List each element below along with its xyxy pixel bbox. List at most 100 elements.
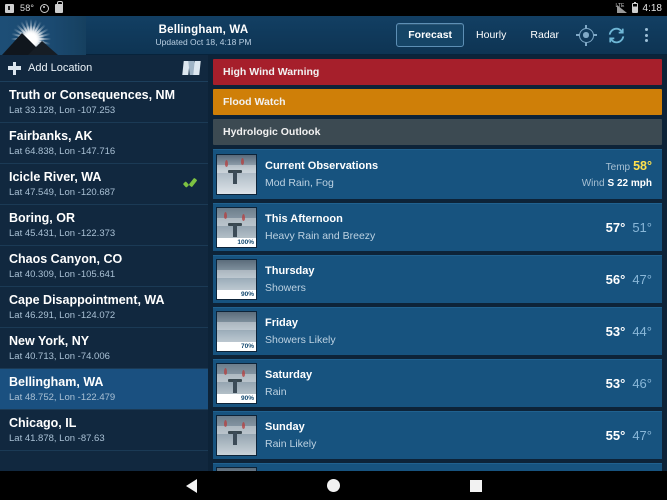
- forecast-row[interactable]: SundayRain Likely55° 47°: [213, 411, 662, 459]
- signal-icon: LTE: [616, 4, 627, 13]
- forecast-day: Sunday: [265, 420, 606, 434]
- forecast-text: Saturday Rain: [265, 368, 606, 399]
- location-coords: Lat 40.309, Lon -105.641: [9, 269, 199, 280]
- location-list-item[interactable]: Truth or Consequences, NMLat 33.128, Lon…: [0, 82, 208, 123]
- forecast-temps: 53°46°: [606, 376, 652, 391]
- logo-mountain-small: [28, 41, 58, 55]
- location-coords: Lat 64.838, Lon -147.716: [9, 146, 199, 157]
- tab-forecast[interactable]: Forecast: [396, 23, 464, 47]
- forecast-low: 51°: [632, 220, 652, 235]
- location-list-item[interactable]: Fairbanks, AKLat 64.838, Lon -147.716: [0, 123, 208, 164]
- add-location-label: Add Location: [28, 62, 92, 74]
- location-name: Chicago, IL: [9, 416, 199, 431]
- current-observations-values: Temp58° WindS 22 mph: [582, 158, 652, 192]
- location-name: New York, NY: [9, 334, 199, 349]
- current-wind-line: WindS 22 mph: [582, 176, 652, 192]
- forecast-low: 44°: [632, 324, 652, 339]
- precip-probability: 70%: [217, 342, 256, 351]
- my-location-button[interactable]: [571, 20, 601, 50]
- location-list-item[interactable]: Chicago, IL Lat 41.878, Lon -87.63: [0, 410, 208, 451]
- recents-button[interactable]: [470, 480, 482, 492]
- map-icon[interactable]: [183, 61, 200, 75]
- forecast-day: Saturday: [265, 368, 606, 382]
- location-list-item[interactable]: Icicle River, WA Lat 47.549, Lon -120.687: [0, 164, 208, 205]
- android-nav-bar: [0, 471, 667, 500]
- forecast-row[interactable]: 70%FridayShowers Likely53°44°: [213, 307, 662, 355]
- location-list-item[interactable]: Cape Disappointment, WALat 46.291, Lon -…: [0, 287, 208, 328]
- current-conditions-text: Mod Rain, Fog: [265, 177, 582, 190]
- forecast-description: Heavy Rain and Breezy: [265, 230, 606, 243]
- forecast-low: 47°: [632, 272, 652, 287]
- forecast-row[interactable]: 100%This AfternoonHeavy Rain and Breezy5…: [213, 203, 662, 251]
- location-list-item[interactable]: Chaos Canyon, COLat 40.309, Lon -105.641: [0, 246, 208, 287]
- location-sidebar: Add Location Truth or Consequences, NMLa…: [0, 55, 208, 500]
- location-name: Boring, OR: [9, 211, 199, 226]
- location-coords: Lat 41.878, Lon -87.63: [9, 433, 199, 444]
- back-button[interactable]: [186, 479, 197, 493]
- alert-banner[interactable]: Flood Watch: [213, 89, 662, 115]
- overflow-menu-icon: [645, 28, 648, 42]
- forecast-thumbnail: 90%: [216, 363, 257, 404]
- current-observations-text: Current Observations Mod Rain, Fog: [265, 159, 582, 190]
- refresh-button[interactable]: [601, 20, 631, 50]
- circle-icon: [40, 4, 49, 13]
- app-notification-icon: [5, 4, 14, 13]
- location-name: Icicle River, WA: [9, 170, 199, 185]
- location-list-item[interactable]: Bellingham, WALat 48.752, Lon -122.479: [0, 369, 208, 410]
- forecast-thumbnail: 90%: [216, 259, 257, 300]
- forecast-row[interactable]: 90% Saturday Rain53°46°: [213, 359, 662, 407]
- overflow-menu-button[interactable]: [631, 20, 661, 50]
- forecast-text: This AfternoonHeavy Rain and Breezy: [265, 212, 606, 243]
- current-observations-row[interactable]: Current Observations Mod Rain, Fog Temp5…: [213, 149, 662, 199]
- status-bar-right: LTE 4:18: [616, 3, 662, 14]
- location-list-item[interactable]: Boring, ORLat 45.431, Lon -122.373: [0, 205, 208, 246]
- current-temp-value: 58°: [633, 159, 652, 173]
- home-button[interactable]: [327, 479, 340, 492]
- forecast-low: 47°: [632, 428, 652, 443]
- forecast-temps: 56° 47°: [606, 272, 652, 287]
- forecast-temps: 53°44°: [606, 324, 652, 339]
- lock-icon: [55, 4, 63, 13]
- add-location-button[interactable]: Add Location: [0, 55, 208, 82]
- signal-label: LTE: [616, 4, 625, 9]
- tab-radar[interactable]: Radar: [518, 23, 571, 47]
- precip-probability: 100%: [217, 238, 256, 247]
- location-name: Cape Disappointment, WA: [9, 293, 199, 308]
- forecast-day: Friday: [265, 316, 606, 330]
- location-list[interactable]: Truth or Consequences, NMLat 33.128, Lon…: [0, 82, 208, 500]
- last-updated-text: Updated Oct 18, 4:18 PM: [156, 37, 252, 47]
- forecast-list: 100%This AfternoonHeavy Rain and Breezy5…: [213, 203, 662, 500]
- forecast-row[interactable]: 90%ThursdayShowers56°47°: [213, 255, 662, 303]
- forecast-thumbnail: [216, 415, 257, 456]
- forecast-temps: 57° 51°: [606, 220, 652, 235]
- alert-banner[interactable]: High Wind Warning: [213, 59, 662, 85]
- forecast-description: Showers: [265, 282, 606, 295]
- tab-hourly[interactable]: Hourly: [464, 23, 518, 47]
- android-status-bar: 58° LTE 4:18: [0, 0, 667, 16]
- current-temp-line: Temp58°: [582, 158, 652, 176]
- status-bar-temp: 58°: [20, 3, 34, 13]
- location-coords: Lat 33.128, Lon -107.253: [9, 105, 199, 116]
- location-list-item[interactable]: New York, NY Lat 40.713, Lon -74.006: [0, 328, 208, 369]
- app-screen: 58° LTE 4:18: [0, 0, 667, 500]
- page-title: Bellingham, WA: [159, 24, 249, 36]
- temp-label: Temp: [606, 162, 630, 173]
- alert-banner[interactable]: Hydrologic Outlook: [213, 119, 662, 145]
- forecast-description: Rain: [265, 386, 606, 399]
- forecast-high: 53°: [606, 376, 626, 391]
- my-location-icon: [579, 28, 594, 43]
- location-coords: Lat 47.549, Lon -120.687: [9, 187, 199, 198]
- current-conditions-thumbnail: [216, 154, 257, 195]
- refresh-icon: [607, 26, 626, 45]
- forecast-text: SundayRain Likely: [265, 420, 606, 451]
- checkmark-icon: [184, 177, 198, 191]
- forecast-high: 55°: [606, 428, 626, 443]
- location-name: Bellingham, WA: [9, 375, 199, 390]
- forecast-high: 57°: [606, 220, 626, 235]
- status-bar-left: 58°: [5, 3, 63, 13]
- app-logo-icon[interactable]: [0, 16, 86, 55]
- forecast-high: 56°: [606, 272, 626, 287]
- forecast-panel: High Wind Warning Flood Watch Hydrologic O…: [208, 55, 667, 500]
- current-observations-title: Current Observations: [265, 159, 582, 173]
- location-coords: Lat 40.713, Lon -74.006: [9, 351, 199, 362]
